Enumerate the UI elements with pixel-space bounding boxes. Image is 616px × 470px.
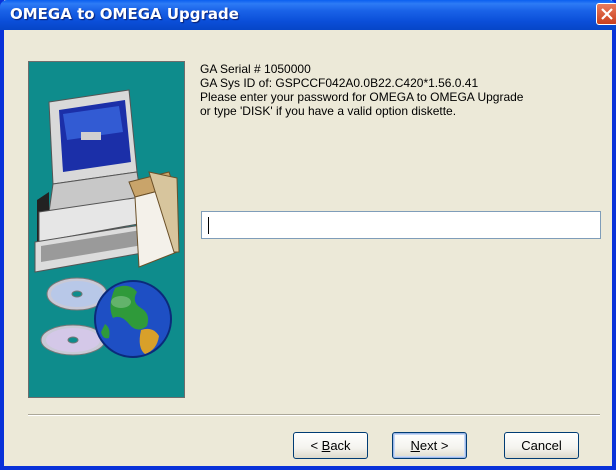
next-button[interactable]: Next > <box>392 432 467 459</box>
button-separator <box>28 414 600 416</box>
close-button[interactable] <box>596 3 616 25</box>
cancel-button-label: Cancel <box>521 438 562 453</box>
globe-icon <box>94 280 172 358</box>
cancel-button[interactable]: Cancel <box>504 432 579 459</box>
next-button-label: Next > <box>410 438 449 453</box>
back-button-label: < Back <box>310 438 351 453</box>
wizard-side-image <box>28 61 185 398</box>
text-caret <box>208 217 209 234</box>
close-icon <box>601 8 613 20</box>
prompt-line-2: or type 'DISK' if you have a valid optio… <box>200 104 457 118</box>
info-text-block: GA Serial # 1050000 GA Sys ID of: GSPCCF… <box>200 62 600 118</box>
prompt-line-1: Please enter your password for OMEGA to … <box>200 90 524 104</box>
serial-label: GA Serial # 1050000 <box>200 62 311 76</box>
computer-icon <box>34 89 180 273</box>
password-input[interactable] <box>201 211 601 239</box>
window-title: OMEGA to OMEGA Upgrade <box>10 5 239 23</box>
back-button[interactable]: < Back <box>293 432 368 459</box>
title-bar[interactable]: OMEGA to OMEGA Upgrade <box>0 0 616 30</box>
sys-id-label: GA Sys ID of: GSPCCF042A0.0B22.C420*1.56… <box>200 76 479 90</box>
